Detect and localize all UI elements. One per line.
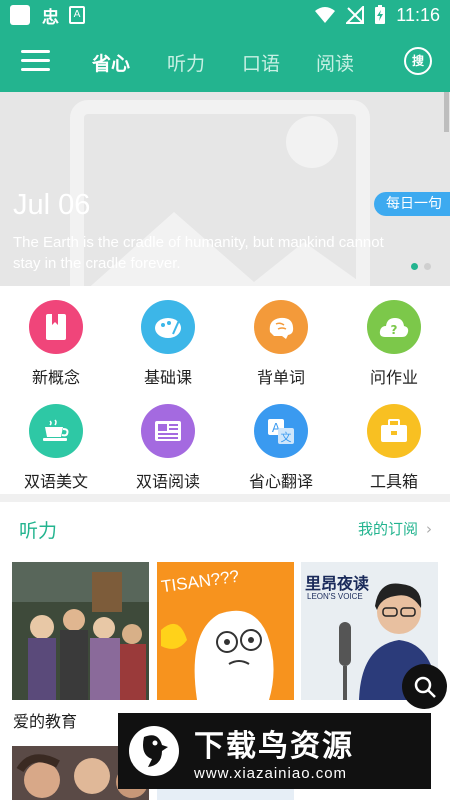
- feature-label: 新概念: [31, 368, 80, 387]
- a-notification-icon: A: [69, 6, 85, 24]
- tab-listening[interactable]: 听力: [167, 49, 205, 76]
- coffee-cup-icon: [29, 404, 83, 458]
- magnifier-icon: [414, 676, 436, 698]
- feature-new-concept[interactable]: 新概念: [0, 300, 112, 388]
- card-thumbnail: [12, 562, 149, 700]
- app-notification-icon: 忠: [42, 7, 59, 28]
- top-app-bar: 省心 听力 口语 阅读 搜: [0, 30, 450, 92]
- feature-label: 双语阅读: [135, 472, 200, 491]
- brain-icon: [254, 300, 308, 354]
- watermark-title: 下载鸟资源: [194, 728, 354, 764]
- no-signal-icon: [346, 6, 365, 24]
- banner-quote: The Earth is the cradle of humanity, but…: [13, 234, 384, 272]
- listening-card-2[interactable]: TISAN???: [157, 562, 294, 700]
- toolbox-icon: [367, 404, 421, 458]
- feature-label: 基础课: [143, 368, 192, 387]
- book-icon: [29, 300, 83, 354]
- svg-text:文: 文: [281, 430, 292, 444]
- daily-sentence-banner[interactable]: Jul 06 The Earth is the cradle of humani…: [0, 92, 450, 286]
- feature-label: 问作业: [369, 368, 418, 387]
- status-bar: 忠 A 11:16: [0, 0, 450, 30]
- feature-label: 背单词: [256, 368, 305, 387]
- watermark-url: www.xiazainiao.com: [194, 764, 348, 782]
- feature-toolbox[interactable]: 工具箱: [338, 404, 450, 492]
- feature-label: 双语美文: [23, 472, 88, 491]
- notification-square-icon: [10, 5, 30, 25]
- tab-shengxin[interactable]: 省心: [92, 49, 130, 76]
- feature-label: 工具箱: [369, 472, 418, 491]
- feature-bilingual-reading[interactable]: 双语阅读: [112, 404, 224, 492]
- feature-vocabulary[interactable]: 背单词: [225, 300, 337, 388]
- clock: 11:16: [396, 4, 440, 25]
- search-icon[interactable]: 搜: [404, 47, 432, 75]
- placeholder-sun-shape: [286, 116, 338, 168]
- banner-date: Jul 06: [13, 189, 91, 221]
- battery-charging-icon: [375, 5, 386, 24]
- newspaper-icon: [141, 404, 195, 458]
- banner-scrollbar: [444, 92, 449, 132]
- section-divider: [0, 494, 450, 502]
- my-subscriptions-label: 我的订阅: [357, 520, 418, 538]
- tab-reading[interactable]: 阅读: [316, 49, 354, 76]
- question-cloud-icon: ?: [367, 300, 421, 354]
- cartoon-character-icon: [161, 610, 274, 700]
- tab-speaking[interactable]: 口语: [242, 49, 280, 76]
- chevron-right-icon: ›: [426, 520, 432, 538]
- feature-ask-homework[interactable]: ? 问作业: [338, 300, 450, 388]
- feature-basic-course[interactable]: 基础课: [112, 300, 224, 388]
- banner-pager: [411, 263, 431, 270]
- listening-card-1[interactable]: [12, 562, 149, 700]
- my-subscriptions-link[interactable]: 我的订阅 ›: [358, 518, 432, 539]
- watermark-banner: 下载鸟资源 www.xiazainiao.com: [118, 713, 431, 789]
- svg-text:?: ?: [391, 323, 398, 337]
- daily-sentence-tag[interactable]: 每日一句: [374, 192, 450, 216]
- palette-icon: [141, 300, 195, 354]
- listening-section-title: 听力: [19, 520, 58, 542]
- wifi-icon: [315, 7, 336, 23]
- floating-search-button[interactable]: [402, 664, 447, 709]
- translate-icon: A文: [254, 404, 308, 458]
- card-title: 爱的教育: [13, 712, 78, 731]
- feature-bilingual-essay[interactable]: 双语美文: [0, 404, 112, 492]
- menu-icon[interactable]: [21, 50, 50, 72]
- bird-logo-icon: [129, 726, 179, 776]
- pager-dot: [424, 263, 431, 270]
- pager-dot-active: [411, 263, 418, 270]
- feature-translate[interactable]: A文 省心翻译: [225, 404, 337, 492]
- feature-label: 省心翻译: [248, 472, 313, 491]
- feature-grid: 新概念 基础课 背单词 ? 问作业 双语美文 双语阅读 A文 省心翻译 工具箱: [0, 286, 450, 494]
